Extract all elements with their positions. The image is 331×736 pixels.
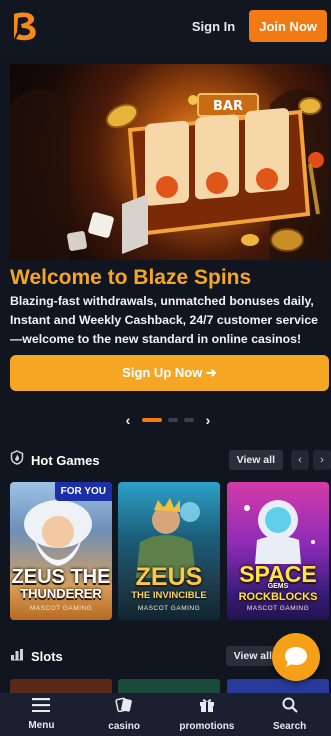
nav-promotions-label: promotions — [179, 721, 235, 732]
game-provider: MASCOT GAMING — [137, 605, 201, 612]
nav-menu-label: Menu — [28, 720, 55, 731]
join-now-button[interactable]: Join Now — [249, 10, 327, 42]
hot-games-prev-button[interactable]: ‹ — [291, 450, 309, 470]
nav-promotions[interactable]: promotions — [166, 693, 249, 736]
blaze-logo[interactable] — [8, 9, 42, 43]
game-title-line2: GEMS — [267, 583, 289, 590]
slot-thumbnail[interactable] — [10, 679, 112, 693]
game-title-line2: THE INVINCIBLE — [131, 590, 207, 601]
game-card-zeus-invincible[interactable]: ZEUS THE INVINCIBLE MASCOT GAMING — [118, 482, 220, 620]
game-provider: MASCOT GAMING — [29, 605, 93, 612]
hot-games-icon — [10, 450, 24, 470]
nav-casino-label: casino — [108, 721, 140, 732]
game-title-line3: ROCKBLOCKS — [238, 591, 318, 603]
gift-icon — [199, 697, 215, 718]
sign-up-now-button[interactable]: Sign Up Now ➔ — [10, 355, 329, 391]
game-title-line1: ZEUS — [135, 563, 203, 591]
hot-games-view-all[interactable]: View all — [228, 450, 283, 470]
carousel-dot-2[interactable] — [168, 418, 178, 422]
search-icon — [282, 697, 298, 718]
slot-bar-sign: BAR — [213, 99, 243, 114]
slot-thumbnail[interactable] — [227, 679, 329, 693]
nav-search[interactable]: Search — [248, 693, 331, 736]
carousel-controls: ‹ › — [118, 410, 218, 430]
game-card-zeus-thunderer[interactable]: FOR YOU ZEUS THE THUNDERER MASCOT GAMING — [10, 482, 112, 620]
game-title-line2: THUNDERER — [20, 586, 102, 601]
hero-banner-image[interactable]: BAR — [10, 64, 329, 260]
hot-games-next-button[interactable]: › — [313, 450, 331, 470]
game-card-space-gems[interactable]: SPACE GEMS ROCKBLOCKS MASCOT GAMING — [227, 482, 329, 620]
carousel-dot-3[interactable] — [184, 418, 194, 422]
for-you-badge: FOR YOU — [54, 482, 112, 501]
slots-icon — [10, 647, 24, 666]
game-title-line1: ZEUS THE — [11, 566, 111, 588]
slots-title: Slots — [31, 648, 63, 664]
hero-title: Welcome to Blaze Spins — [10, 266, 252, 289]
cards-icon — [115, 697, 133, 718]
carousel-next-button[interactable]: › — [200, 412, 216, 428]
hot-games-title: Hot Games — [31, 452, 100, 468]
bottom-navigation: Menu casino promotions Search — [0, 693, 331, 736]
carousel-dot-1[interactable] — [142, 418, 162, 422]
nav-menu[interactable]: Menu — [0, 693, 83, 736]
sign-in-link[interactable]: Sign In — [192, 19, 235, 34]
hot-games-header: Hot Games View all ‹ › — [10, 449, 331, 471]
nav-search-label: Search — [272, 721, 307, 732]
carousel-prev-button[interactable]: ‹ — [120, 412, 136, 428]
hero-description: Blazing-fast withdrawals, unmatched bonu… — [10, 294, 319, 346]
menu-icon — [32, 698, 51, 717]
live-chat-button[interactable] — [272, 633, 320, 681]
game-provider: MASCOT GAMING — [246, 605, 310, 612]
top-header: Sign In Join Now — [0, 0, 331, 52]
slot-thumbnail[interactable] — [118, 679, 220, 693]
nav-casino[interactable]: casino — [83, 693, 166, 736]
